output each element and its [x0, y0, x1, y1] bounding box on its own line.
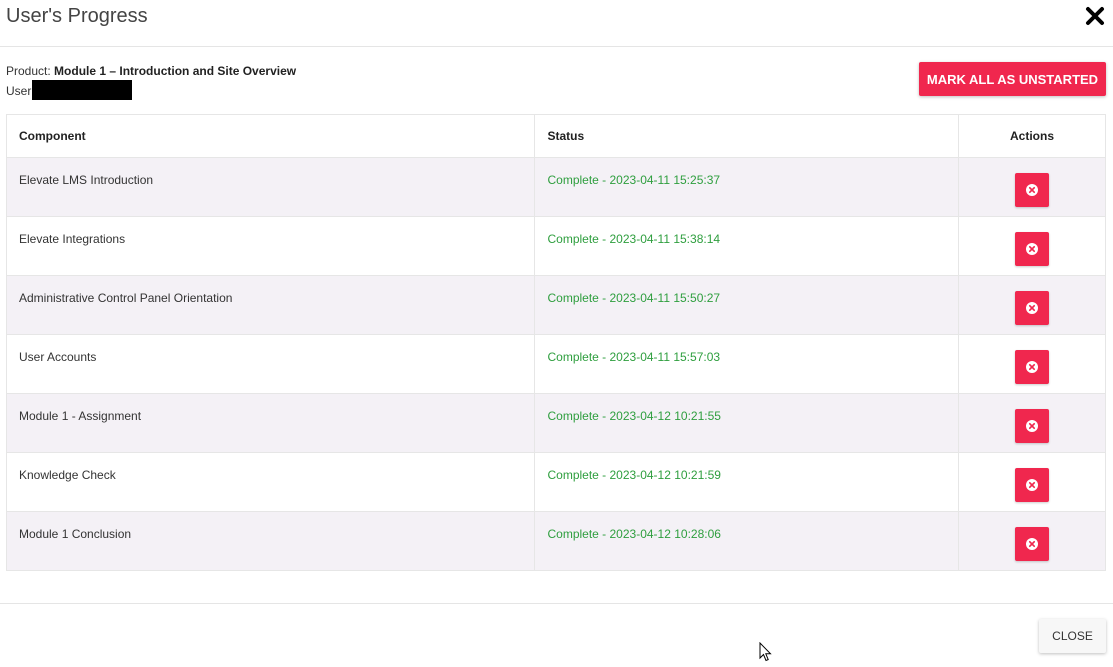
product-line: Product: Module 1 – Introduction and Sit…	[6, 63, 296, 80]
status-cell: Complete - 2023-04-11 15:38:14	[534, 216, 960, 276]
actions-cell	[958, 511, 1106, 571]
user-line: User	[6, 80, 296, 100]
product-name: Module 1 – Introduction and Site Overvie…	[54, 64, 297, 78]
reset-component-button[interactable]	[1015, 468, 1050, 502]
table-row: Knowledge Check Complete - 2023-04-12 10:…	[5, 452, 1106, 512]
actions-cell	[958, 216, 1106, 276]
user-label: User	[6, 84, 32, 98]
footer-divider	[0, 603, 1113, 604]
mark-all-unstarted-button[interactable]: MARK ALL AS UNSTARTED	[919, 62, 1106, 96]
status-cell: Complete - 2023-04-12 10:21:59	[534, 452, 960, 512]
actions-cell	[958, 452, 1106, 512]
column-header-status: Status	[534, 114, 960, 158]
user-name-redacted	[32, 80, 133, 100]
table-row: Elevate LMS Introduction Complete - 2023-…	[5, 157, 1106, 217]
component-cell: Elevate Integrations	[5, 216, 536, 276]
component-cell: Knowledge Check	[5, 452, 536, 512]
actions-cell	[958, 334, 1106, 394]
reset-component-button[interactable]	[1015, 291, 1050, 325]
times-circle-icon	[1026, 243, 1039, 255]
table-row: Elevate Integrations Complete - 2023-04-1…	[5, 216, 1106, 276]
times-circle-icon	[1026, 420, 1039, 432]
component-cell: Elevate LMS Introduction	[5, 157, 536, 217]
component-cell: User Accounts	[5, 334, 536, 394]
actions-cell	[958, 275, 1106, 335]
actions-cell	[958, 393, 1106, 453]
column-header-component: Component	[5, 114, 536, 158]
product-label: Product:	[6, 64, 51, 78]
reset-component-button[interactable]	[1015, 527, 1050, 561]
reset-component-button[interactable]	[1015, 409, 1050, 443]
status-cell: Complete - 2023-04-11 15:57:03	[534, 334, 960, 394]
reset-component-button[interactable]	[1015, 350, 1050, 384]
modal-title: User's Progress	[6, 5, 148, 27]
actions-cell	[958, 157, 1106, 217]
component-cell: Module 1 Conclusion	[5, 511, 536, 571]
progress-meta: Product: Module 1 – Introduction and Sit…	[6, 63, 296, 100]
times-circle-icon	[1026, 479, 1039, 491]
table-row: Module 1 Conclusion Complete - 2023-04-12…	[5, 511, 1106, 571]
modal-header: User's Progress	[0, 0, 1113, 47]
times-circle-icon	[1026, 538, 1039, 550]
table-row: User Accounts Complete - 2023-04-11 15:57…	[5, 334, 1106, 394]
reset-component-button[interactable]	[1015, 232, 1050, 266]
close-button[interactable]: CLOSE	[1039, 619, 1106, 653]
component-cell: Module 1 - Assignment	[5, 393, 536, 453]
progress-table: Component Status Actions Elevate LMS Int…	[5, 114, 1106, 571]
status-cell: Complete - 2023-04-11 15:50:27	[534, 275, 960, 335]
table-header-row: Component Status Actions	[5, 114, 1106, 158]
status-cell: Complete - 2023-04-12 10:21:55	[534, 393, 960, 453]
table-row: Module 1 - Assignment Complete - 2023-04-…	[5, 393, 1106, 453]
times-circle-icon	[1026, 302, 1039, 314]
close-x-icon[interactable]	[1085, 6, 1105, 26]
component-cell: Administrative Control Panel Orientation	[5, 275, 536, 335]
column-header-actions: Actions	[958, 114, 1106, 158]
times-circle-icon	[1026, 361, 1039, 373]
status-cell: Complete - 2023-04-11 15:25:37	[534, 157, 960, 217]
mouse-cursor-icon	[759, 641, 773, 667]
times-circle-icon	[1026, 184, 1039, 196]
reset-component-button[interactable]	[1015, 173, 1050, 207]
status-cell: Complete - 2023-04-12 10:28:06	[534, 511, 960, 571]
table-row: Administrative Control Panel Orientation…	[5, 275, 1106, 335]
